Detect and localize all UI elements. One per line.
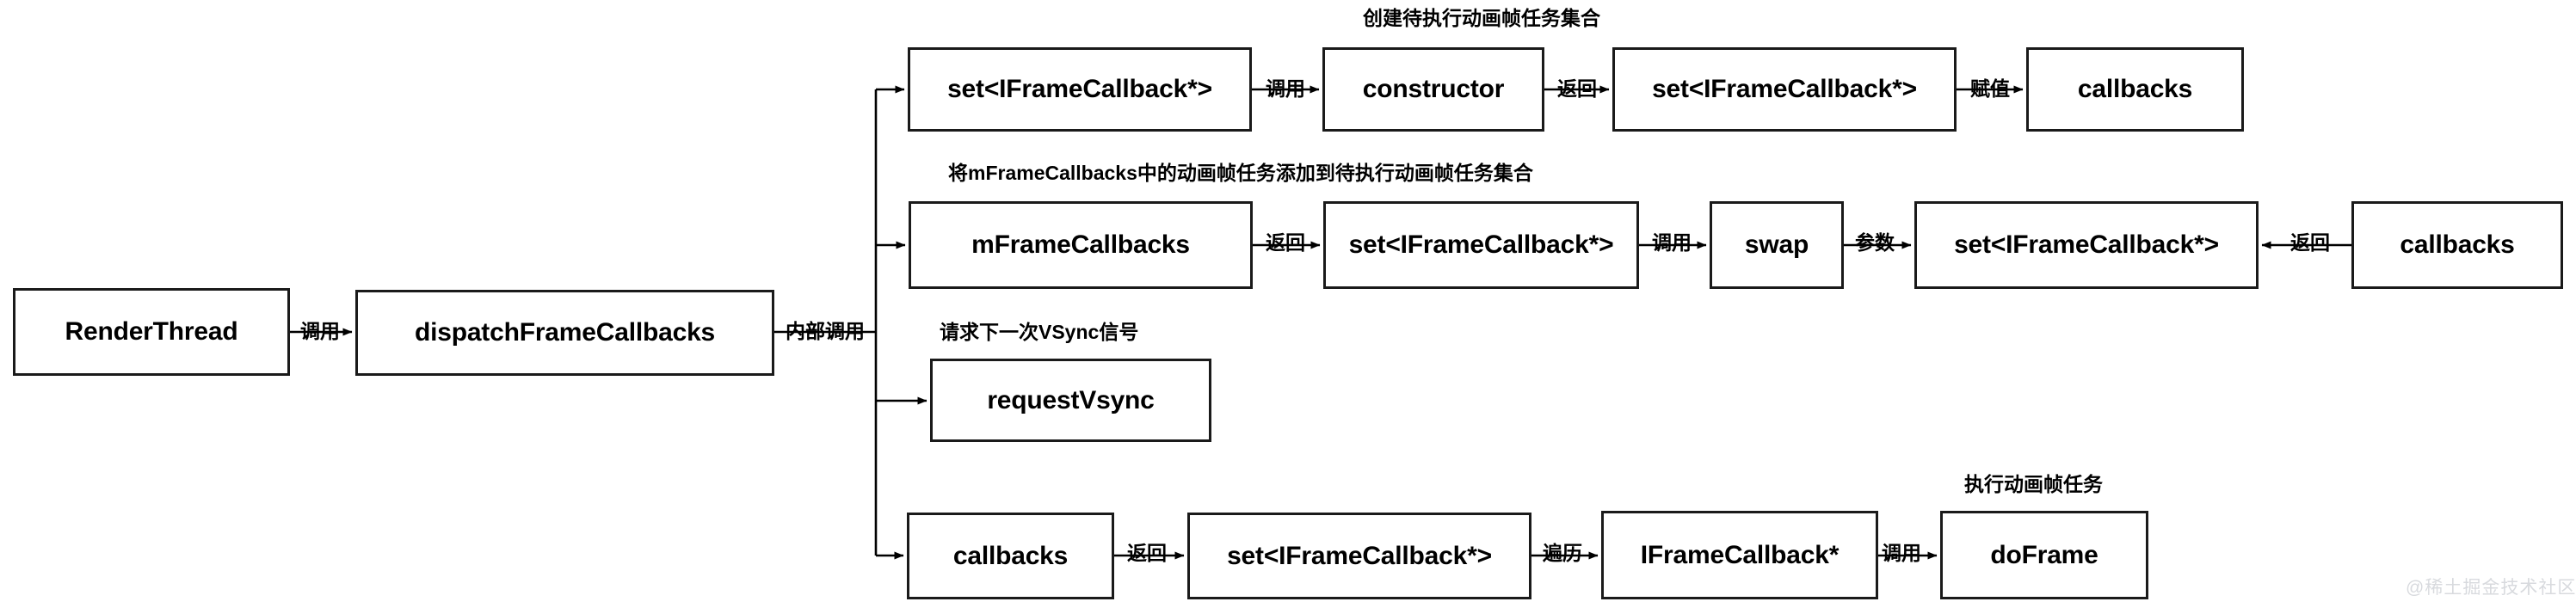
node-row2-callbacks[interactable]: callbacks bbox=[2351, 201, 2563, 289]
node-row2-mframecallbacks[interactable]: mFrameCallbacks bbox=[909, 201, 1253, 289]
edge-label-row2-return-2: 返回 bbox=[2290, 231, 2330, 254]
node-row4-iframecallback-ptr[interactable]: IFrameCallback* bbox=[1601, 511, 1878, 599]
edge-label-row4-call: 调用 bbox=[1882, 542, 1921, 564]
node-row1-callbacks[interactable]: callbacks bbox=[2026, 47, 2244, 132]
node-label: set<IFrameCallback*> bbox=[1652, 75, 1917, 103]
node-row2-swap[interactable]: swap bbox=[1710, 201, 1844, 289]
node-row2-set-iframecallback-1[interactable]: set<IFrameCallback*> bbox=[1323, 201, 1639, 289]
edge-label-row2-param: 参数 bbox=[1855, 231, 1895, 254]
edge-label-internal-call: 内部调用 bbox=[786, 320, 865, 342]
note-row1-create-pending-set: 创建待执行动画帧任务集合 bbox=[1363, 7, 1600, 29]
node-label: IFrameCallback* bbox=[1640, 540, 1840, 569]
edge-label-row4-return: 返回 bbox=[1127, 542, 1167, 564]
node-row1-constructor[interactable]: constructor bbox=[1322, 47, 1544, 132]
edge-label-row1-assign: 赋值 bbox=[1970, 77, 2010, 100]
node-row2-set-iframecallback-2[interactable]: set<IFrameCallback*> bbox=[1914, 201, 2259, 289]
diagram-canvas: RenderThread dispatchFrameCallbacks set<… bbox=[0, 0, 2576, 614]
edge-label-row4-traverse: 遍历 bbox=[1543, 542, 1582, 564]
node-label: callbacks bbox=[952, 541, 1069, 570]
node-row1-set-iframecallback-1[interactable]: set<IFrameCallback*> bbox=[908, 47, 1252, 132]
node-label: set<IFrameCallback*> bbox=[1954, 230, 2219, 259]
node-row1-set-iframecallback-2[interactable]: set<IFrameCallback*> bbox=[1612, 47, 1957, 132]
note-row3-request-next-vsync: 请求下一次VSync信号 bbox=[940, 321, 1139, 343]
edge-label-row1-call: 调用 bbox=[1266, 77, 1305, 100]
node-row4-set-iframecallback[interactable]: set<IFrameCallback*> bbox=[1187, 513, 1531, 599]
watermark: @稀土掘金技术社区 bbox=[2406, 578, 2576, 598]
note-row2-add-to-pending-set: 将mFrameCallbacks中的动画帧任务添加到待执行动画帧任务集合 bbox=[948, 162, 1533, 184]
edge-label-row2-return: 返回 bbox=[1266, 231, 1305, 254]
edge-label-row2-call: 调用 bbox=[1652, 231, 1692, 254]
node-row4-callbacks[interactable]: callbacks bbox=[907, 513, 1114, 599]
edge-label-call-dispatch: 调用 bbox=[300, 320, 340, 342]
node-row3-request-vsync[interactable]: requestVsync bbox=[930, 359, 1211, 442]
edge-label-row1-return: 返回 bbox=[1557, 77, 1597, 100]
node-label: set<IFrameCallback*> bbox=[1348, 230, 1614, 259]
node-render-thread[interactable]: RenderThread bbox=[13, 288, 290, 376]
node-label: swap bbox=[1744, 230, 1809, 259]
node-label: callbacks bbox=[2400, 230, 2515, 259]
node-dispatch-frame-callbacks[interactable]: dispatchFrameCallbacks bbox=[355, 290, 774, 376]
node-label: set<IFrameCallback*> bbox=[1227, 541, 1492, 570]
node-label: callbacks bbox=[2077, 75, 2193, 103]
node-label: set<IFrameCallback*> bbox=[947, 75, 1212, 103]
node-label: dispatchFrameCallbacks bbox=[414, 318, 716, 347]
node-row4-doframe[interactable]: doFrame bbox=[1940, 511, 2148, 599]
node-label: requestVsync bbox=[987, 385, 1155, 414]
node-label: mFrameCallbacks bbox=[971, 230, 1190, 259]
node-label: RenderThread bbox=[65, 317, 238, 346]
node-label: constructor bbox=[1362, 75, 1505, 103]
note-row4-execute-frame-task: 执行动画帧任务 bbox=[1964, 473, 2103, 495]
node-label: doFrame bbox=[1990, 540, 2098, 569]
